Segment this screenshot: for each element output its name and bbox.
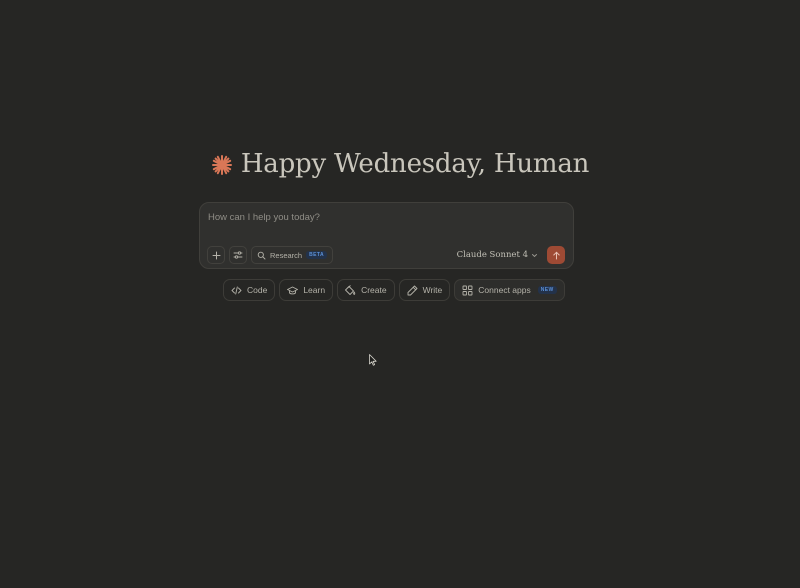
paint-bucket-icon (345, 284, 356, 296)
connect-apps-button[interactable]: Connect apps NEW (454, 279, 565, 301)
code-label: Code (247, 285, 268, 295)
graduation-cap-icon (287, 285, 299, 296)
greeting: Happy Wednesday, Human (0, 144, 800, 184)
send-button[interactable] (547, 246, 565, 264)
create-label: Create (361, 285, 387, 295)
quick-actions: Code Learn Create Write Connect apps NEW (223, 279, 565, 301)
chevron-down-icon (531, 252, 538, 259)
new-badge: NEW (537, 286, 557, 294)
research-label: Research (270, 250, 303, 260)
grid-icon (462, 285, 473, 296)
pencil-icon (407, 285, 418, 296)
research-button[interactable]: Research BETA (251, 246, 333, 264)
chat-composer: Research BETA Claude Sonnet 4 (199, 202, 574, 269)
model-label: Claude Sonnet 4 (456, 250, 528, 260)
search-icon (257, 251, 266, 260)
arrow-up-icon (552, 251, 561, 260)
prompt-input[interactable] (208, 212, 548, 223)
write-button[interactable]: Write (398, 279, 451, 301)
connect-apps-label: Connect apps (478, 285, 531, 295)
code-icon (231, 285, 242, 296)
learn-button[interactable]: Learn (279, 279, 334, 301)
tools-button[interactable] (229, 246, 247, 264)
mouse-cursor-icon (369, 353, 377, 366)
claude-spark-icon (211, 154, 233, 176)
greeting-text: Happy Wednesday, Human (240, 149, 590, 179)
plus-icon (212, 251, 221, 260)
sliders-icon (233, 250, 243, 260)
model-selector[interactable]: Claude Sonnet 4 (457, 248, 538, 262)
learn-label: Learn (303, 285, 326, 295)
add-button[interactable] (207, 246, 225, 264)
write-label: Write (422, 285, 443, 295)
create-button[interactable]: Create (337, 279, 395, 301)
beta-badge: BETA (306, 251, 327, 259)
code-button[interactable]: Code (223, 279, 276, 301)
